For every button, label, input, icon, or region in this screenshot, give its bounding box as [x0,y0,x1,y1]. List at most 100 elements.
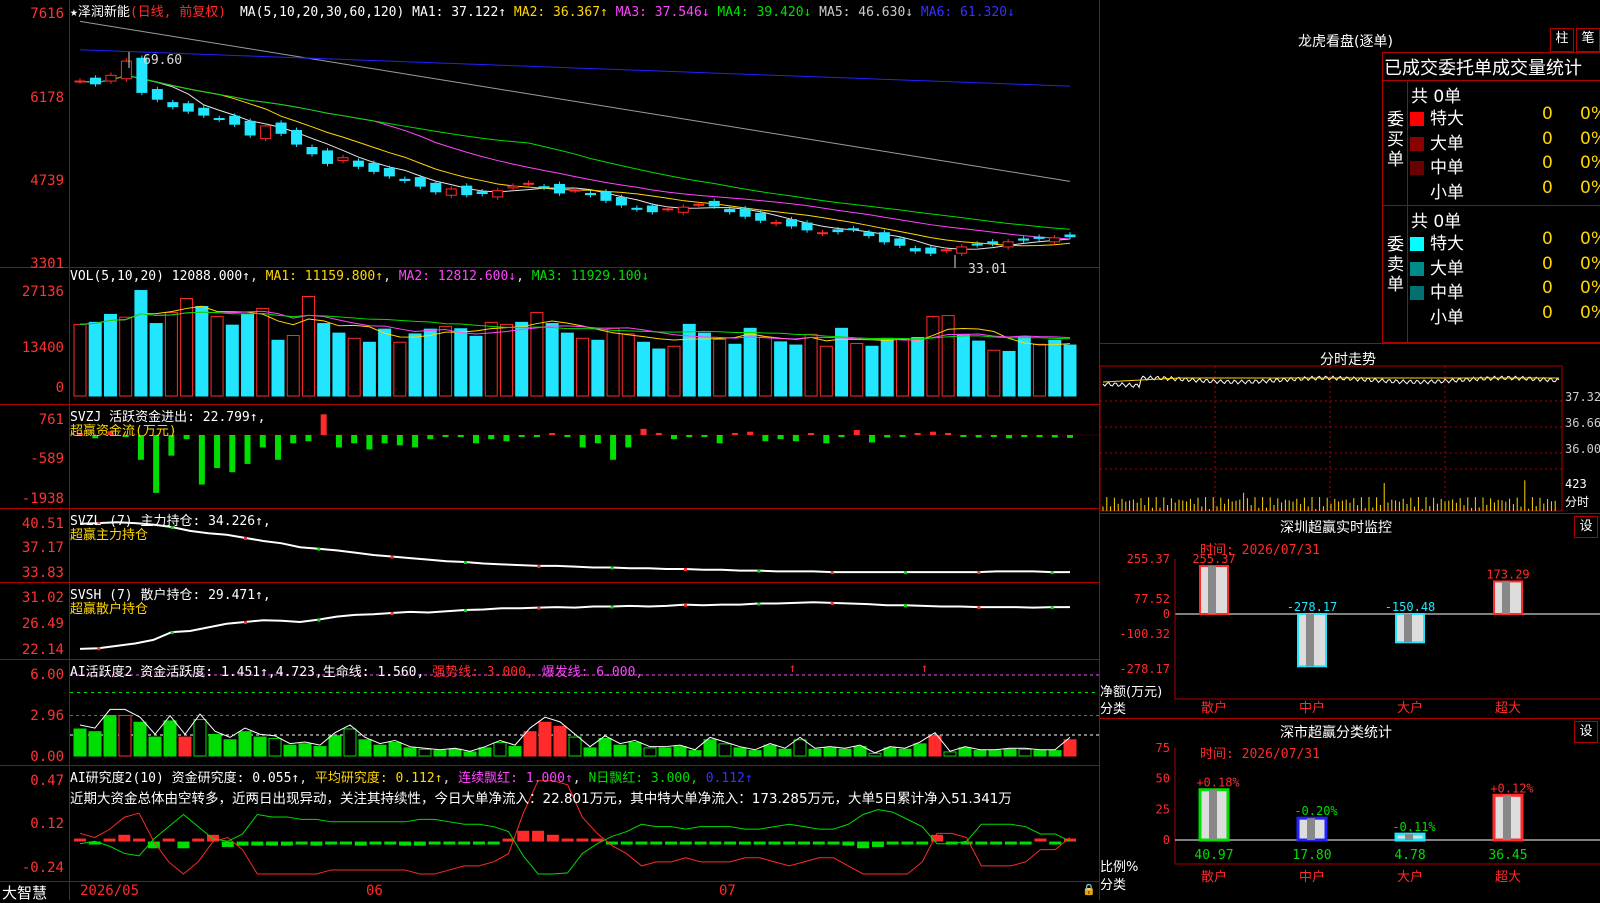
lhb-divider [1382,80,1600,81]
y-tick: 33.83 [21,565,64,581]
activity-bar [898,748,912,757]
intraday-frame [1099,365,1563,512]
y-tick: 761 [38,412,64,428]
research-bar [1004,841,1017,845]
candle [569,189,581,192]
candlestick-chart[interactable] [0,0,1100,268]
color-swatch [1410,286,1424,300]
activity-bar [493,742,507,757]
flow-bar [442,435,449,437]
ma6-value: MA6: 61.320↓ [920,5,1015,20]
flow-bar [975,435,982,438]
activity-bar [418,748,432,757]
y-tick: 75 [1156,741,1170,755]
volume-bar [332,332,346,397]
candle [1033,236,1045,239]
y-tick: -100.32 [1119,627,1170,641]
holding-dot [390,555,394,559]
ma3-value: MA3: 37.546↓ [615,5,710,20]
lhb-row-name: 特大 [1430,109,1464,129]
flow-bar [960,435,967,437]
activity-bar [253,736,267,757]
volume-bar [1063,344,1077,397]
holding-dot [97,647,101,651]
change-label: -0.20% [1294,804,1338,818]
category-label: 大户 [1397,869,1423,885]
candle [337,157,349,162]
holding-dot [830,601,834,605]
research-bar [103,838,116,842]
volume-bar [972,340,986,397]
volume-bar [926,315,940,397]
intraday-chart[interactable] [1099,344,1600,514]
volume-bar [545,323,559,397]
flow-bar [869,435,875,443]
research-bar [236,841,249,846]
activity-bar [643,747,657,757]
activity-bar [1018,748,1032,757]
activity-bar [448,748,462,757]
flow-bar [351,435,358,444]
stock-title[interactable]: ★泽润新能 [70,5,130,20]
candle [739,208,751,217]
flow-bar [853,430,860,435]
research-bar [1049,841,1062,845]
date-tick: 2026/05 [80,883,140,899]
lhb-row: 大单 0 0% [1410,254,1600,279]
flow-bar [671,435,677,440]
activity-bar [613,744,627,757]
y-tick: 37.17 [21,540,64,556]
volume-bar [865,345,879,397]
activity-bar [598,737,612,757]
flow-bar [990,435,997,437]
activity-bar [538,721,552,757]
flow-bar [229,435,236,473]
bar-value: 255.37 [1192,552,1235,566]
lock-icon[interactable]: 🔒 [1082,883,1096,896]
activity-bar [133,721,147,757]
volume-bar [515,321,529,397]
volume-bar [637,341,651,397]
activity-bar [973,750,987,757]
flow-bar [549,433,556,435]
tick-mode-button[interactable]: 笔 [1576,28,1600,52]
candle [956,246,968,254]
flow-bar [716,435,723,444]
bar-value: -278.17 [1287,600,1338,614]
svsh-panel: SVSH (7) 散户持仓: 29.471↑, 超赢散户持仓 31.02 26.… [0,583,1100,660]
bar-mode-button[interactable]: 柱 [1550,28,1574,52]
activity-bar [703,739,717,757]
y-tick: 50 [1156,772,1170,786]
volume-bar [134,290,148,397]
activity-bar [313,746,327,757]
candle [615,197,627,206]
research-bar [679,841,692,845]
holding-dot [757,602,761,606]
flow-bar [320,414,327,435]
activity-bar [718,743,732,757]
flow-bar-shade [1208,566,1216,614]
activity-bar [268,737,282,757]
research-bar [709,841,722,845]
flow-bar [335,435,342,448]
volume-bar [682,323,696,397]
flow-bar [808,433,815,435]
flow-bar [533,435,540,437]
research-bar [561,838,574,842]
sz-monitor-chart[interactable]: 255.37 77.52 -100.32 -278.17 0 255.37 散户 -278.1… [1100,514,1600,719]
candle [198,107,210,116]
volume-chart[interactable] [0,268,1100,405]
chart-mode[interactable]: (日线, 前复权) [130,5,226,20]
activity-bar [583,747,597,757]
research-bar [753,841,766,845]
flow-bar [762,435,769,442]
activity-bar [208,733,222,757]
activity-bar [673,746,687,757]
volume-bar [789,344,803,397]
sz-category-chart[interactable]: 75 50 25 0 +0.18% 40.97 散户 -0.20% 17.80 中户 -0.11% 4… [1100,719,1600,901]
research-bar [842,841,855,846]
activity-bar [628,742,642,757]
ai2-extra: 0.112↑ [705,771,753,786]
volume-bar [210,315,224,397]
vol-header: VOL(5,10,20) 12088.000↑, MA1: 11159.800↑… [70,269,650,284]
